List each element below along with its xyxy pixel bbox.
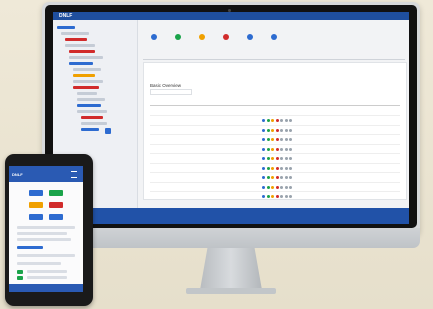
tree-node[interactable] xyxy=(73,80,103,83)
phone-list-item[interactable] xyxy=(27,276,67,279)
tree-node[interactable] xyxy=(69,56,103,59)
tree-node[interactable] xyxy=(61,32,89,35)
table-row[interactable] xyxy=(150,136,400,151)
tool-icon xyxy=(199,34,205,40)
status-dot-icon[interactable] xyxy=(284,195,288,198)
phone-list-item[interactable] xyxy=(27,270,67,273)
card-title: Basic Overview xyxy=(150,83,182,88)
tree-node[interactable] xyxy=(69,50,95,53)
search-input[interactable] xyxy=(150,89,192,95)
phone-tool-button[interactable] xyxy=(49,214,63,220)
status-dot-icon[interactable] xyxy=(275,195,279,198)
tree-node[interactable] xyxy=(73,68,101,71)
phone-list-item[interactable] xyxy=(17,232,67,235)
status-dot-icon[interactable] xyxy=(271,195,274,198)
tool-icon xyxy=(175,34,181,40)
phone-screen: DNLF xyxy=(9,166,83,292)
phone-status-icon xyxy=(17,270,23,274)
status-dot-icon[interactable] xyxy=(280,195,283,198)
table-row[interactable] xyxy=(150,174,400,189)
phone-list-item[interactable] xyxy=(17,262,61,265)
row-action-icons xyxy=(262,185,294,203)
phone-tool-button[interactable] xyxy=(29,202,43,208)
product-photo: DNLF Basic Overview DNLF xyxy=(0,0,433,309)
phone-header: DNLF xyxy=(9,166,83,182)
tree-node[interactable] xyxy=(57,26,75,29)
phone-tool-button[interactable] xyxy=(49,202,63,208)
table-row[interactable] xyxy=(150,107,400,122)
main-content: Basic Overview xyxy=(139,20,409,208)
tool-icon xyxy=(271,34,277,40)
imac-stand xyxy=(200,248,262,290)
tree-node[interactable] xyxy=(73,74,95,77)
status-dot-icon[interactable] xyxy=(289,195,292,198)
imac-chin xyxy=(42,228,420,248)
phone-status-icon xyxy=(17,276,23,280)
tool-icon xyxy=(151,34,157,40)
tree-node[interactable] xyxy=(77,104,101,107)
tool-icon xyxy=(223,34,229,40)
phone-tool-button[interactable] xyxy=(29,190,43,196)
tree-node[interactable] xyxy=(81,116,103,119)
phone-list-item[interactable] xyxy=(17,226,75,229)
phone-logo[interactable]: DNLF xyxy=(12,172,23,177)
page-footer xyxy=(53,208,409,224)
phone-list-item[interactable] xyxy=(17,254,75,257)
tree-node[interactable] xyxy=(77,98,105,101)
table-row[interactable] xyxy=(150,117,400,132)
app-logo[interactable]: DNLF xyxy=(59,13,72,19)
tree-node[interactable] xyxy=(81,122,107,125)
tree-node[interactable] xyxy=(81,128,99,131)
phone-list-item[interactable] xyxy=(17,246,43,249)
tool-icon xyxy=(247,34,253,40)
table-row[interactable] xyxy=(150,164,400,179)
desktop-screen: DNLF Basic Overview xyxy=(53,12,409,224)
status-dot-icon[interactable] xyxy=(262,195,265,198)
tree-node[interactable] xyxy=(65,38,87,41)
table-row[interactable] xyxy=(150,145,400,160)
toolbar-button-3[interactable] xyxy=(197,34,207,50)
toolbar-button-5[interactable] xyxy=(245,34,255,50)
status-dot-icon[interactable] xyxy=(266,195,270,198)
table-row[interactable] xyxy=(150,155,400,170)
table-header xyxy=(150,101,400,106)
table-row[interactable] xyxy=(150,126,400,141)
menu-icon[interactable] xyxy=(71,171,77,178)
phone-list-item[interactable] xyxy=(17,238,71,241)
toolbar-button-1[interactable] xyxy=(149,34,159,50)
overview-card: Basic Overview xyxy=(143,62,407,200)
toolbar-button-2[interactable] xyxy=(173,34,183,50)
tree-node[interactable] xyxy=(69,62,93,65)
tree-node[interactable] xyxy=(77,110,107,113)
tree-node[interactable] xyxy=(65,44,95,47)
phone-footer xyxy=(9,284,83,292)
table-row[interactable] xyxy=(150,183,400,198)
phone-tool-button[interactable] xyxy=(29,214,43,220)
tree-node[interactable] xyxy=(73,86,99,89)
tab-bar xyxy=(143,55,405,60)
tree-node[interactable] xyxy=(77,92,97,95)
tree-expand-icon[interactable] xyxy=(105,128,111,134)
top-navigation-bar: DNLF xyxy=(53,12,409,20)
imac-stand-base xyxy=(186,288,276,294)
phone-tool-button[interactable] xyxy=(49,190,63,196)
toolbar-button-4[interactable] xyxy=(221,34,231,50)
toolbar-button-6[interactable] xyxy=(269,34,279,50)
